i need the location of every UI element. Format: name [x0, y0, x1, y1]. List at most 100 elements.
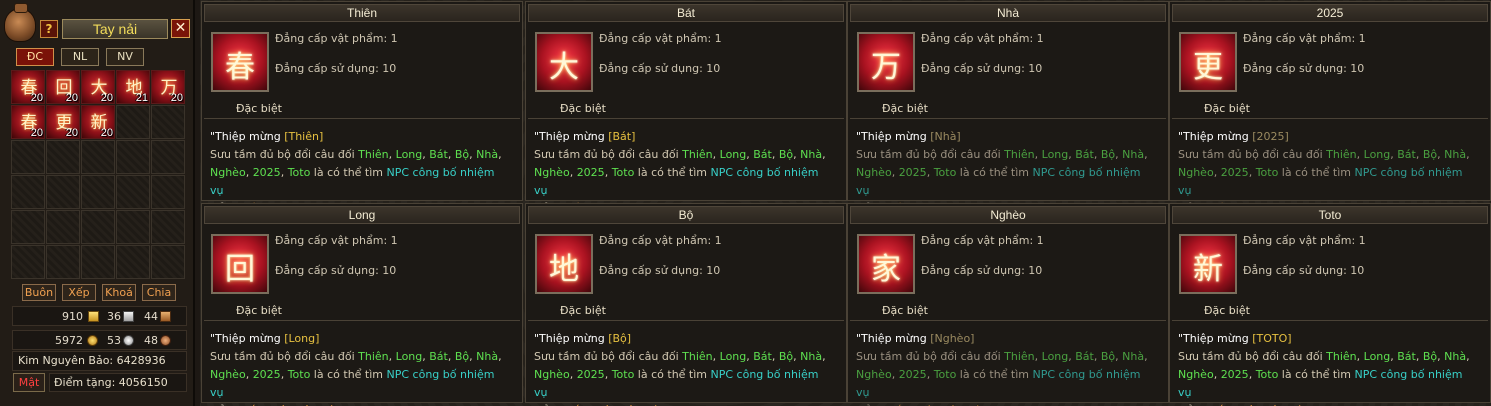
inventory-empty-slot[interactable]	[46, 175, 80, 209]
desc-open: "Thiệp mừng	[534, 332, 609, 345]
item-level: Đẳng cấp vật phẩm: 1	[1243, 234, 1366, 247]
use-level: Đẳng cấp sử dụng: 10	[1243, 62, 1365, 75]
inventory-empty-slot[interactable]	[81, 175, 115, 209]
card-divider	[528, 320, 844, 321]
desc-open: "Thiệp mừng	[210, 332, 285, 345]
desc-word: Toto	[933, 368, 957, 381]
desc-word: 2025	[1220, 166, 1249, 179]
desc-word: Bộ	[454, 148, 470, 161]
desc-separator: ,	[569, 368, 577, 381]
help-button[interactable]: ?	[40, 20, 58, 38]
desc-find: là có thể tìm	[1278, 368, 1355, 381]
currency-row-2: 5972 53 48	[12, 330, 187, 350]
desc-word: 2025	[898, 166, 927, 179]
desc-word: Nhà	[800, 148, 823, 161]
desc-separator: ,	[926, 166, 934, 179]
tab-nl[interactable]: NL	[61, 48, 99, 66]
inventory-empty-slot[interactable]	[151, 245, 185, 279]
desc-word: Bát	[429, 148, 448, 161]
bronze-coin-count: 48	[144, 334, 158, 347]
desc-separator: ,	[1144, 148, 1148, 161]
sort-button[interactable]: Xếp	[62, 284, 96, 301]
inventory-item-slot[interactable]: 更 20	[46, 105, 80, 139]
desc-word: Long	[1041, 350, 1069, 363]
desc-word: Bộ	[778, 148, 794, 161]
inventory-empty-slot[interactable]	[116, 140, 150, 174]
desc-word: Bộ	[1422, 148, 1438, 161]
desc-word: 2025	[576, 368, 605, 381]
desc-word: 2025	[252, 368, 281, 381]
desc-open: "Thiệp mừng	[534, 130, 609, 143]
desc-find: là có thể tìm	[1278, 166, 1355, 179]
inventory-item-slot[interactable]: 大 20	[81, 70, 115, 104]
use-level: Đẳng cấp sử dụng: 10	[921, 264, 1043, 277]
inventory-empty-slot[interactable]	[116, 245, 150, 279]
inventory-empty-slot[interactable]	[81, 210, 115, 244]
desc-separator: ,	[1034, 148, 1042, 161]
inventory-empty-slot[interactable]	[151, 210, 185, 244]
inventory-empty-slot[interactable]	[11, 210, 45, 244]
desc-collect: Sưu tầm đủ bộ đổi câu đối	[534, 148, 683, 161]
mat-button[interactable]: Mật	[13, 373, 45, 392]
inventory-item-slot[interactable]: 春 20	[11, 105, 45, 139]
split-button[interactable]: Chia	[142, 284, 176, 301]
inventory-title: Tay nải	[62, 19, 168, 39]
inventory-empty-slot[interactable]	[116, 210, 150, 244]
desc-separator: ,	[280, 166, 288, 179]
desc-separator: ,	[1415, 350, 1423, 363]
desc-word: Nhà	[1122, 148, 1145, 161]
desc-separator: ,	[926, 368, 934, 381]
tab-nv[interactable]: NV	[106, 48, 144, 66]
item-description: "Thiệp mừng [Nghèo] Sưu tầm đủ bộ đổi câu…	[856, 330, 1156, 406]
inventory-empty-slot[interactable]	[116, 105, 150, 139]
inventory-empty-slot[interactable]	[116, 175, 150, 209]
bag-icon	[4, 3, 36, 42]
lock-button[interactable]: Khoá	[102, 284, 136, 301]
desc-word: Nghèo	[534, 166, 570, 179]
desc-word: Toto	[1255, 368, 1279, 381]
inventory-empty-slot[interactable]	[11, 175, 45, 209]
inventory-empty-slot[interactable]	[151, 175, 185, 209]
card-divider	[1172, 118, 1488, 119]
inventory-item-slot[interactable]: 万 20	[151, 70, 185, 104]
desc-open: "Thiệp mừng	[856, 130, 931, 143]
sell-button[interactable]: Buôn	[22, 284, 56, 301]
inventory-empty-slot[interactable]	[46, 210, 80, 244]
card-title: Nghèo	[850, 206, 1166, 224]
desc-word: Toto	[611, 368, 635, 381]
tooltip-area: Thiên 春 Đẳng cấp vật phẩm: 1 Đẳng cấp sử dụ…	[200, 0, 1491, 406]
desc-separator: ,	[1466, 148, 1470, 161]
inventory-header: ? Tay nải ✕	[0, 0, 195, 44]
inventory-empty-slot[interactable]	[11, 245, 45, 279]
item-icon: 回	[211, 234, 269, 294]
desc-separator: ,	[1248, 166, 1256, 179]
inventory-item-slot[interactable]: 新 20	[81, 105, 115, 139]
desc-separator: ,	[822, 350, 826, 363]
desc-word: Bát	[1075, 350, 1094, 363]
inventory-actions: Buôn Xếp Khoá Chia	[18, 284, 188, 302]
inventory-empty-slot[interactable]	[151, 140, 185, 174]
item-tooltip-card: Bộ 地 Đẳng cấp vật phẩm: 1 Đẳng cấp sử dụng:…	[525, 203, 847, 406]
card-divider	[528, 118, 844, 119]
inventory-grid: 春 20 回 20 大 20 地 21 万 20 春 20 更 20 新 20	[11, 70, 186, 280]
inventory-item-slot[interactable]: 地 21	[116, 70, 150, 104]
item-icon: 大	[535, 32, 593, 92]
inventory-empty-slot[interactable]	[11, 140, 45, 174]
item-quantity: 20	[30, 92, 43, 104]
inventory-empty-slot[interactable]	[46, 140, 80, 174]
inventory-empty-slot[interactable]	[81, 245, 115, 279]
desc-word: Bộ	[778, 350, 794, 363]
card-divider	[204, 320, 520, 321]
inventory-empty-slot[interactable]	[81, 140, 115, 174]
inventory-item-slot[interactable]: 回 20	[46, 70, 80, 104]
card-title: 2025	[1172, 4, 1488, 22]
inventory-empty-slot[interactable]	[151, 105, 185, 139]
desc-separator: ,	[891, 368, 899, 381]
item-description: "Thiệp mừng [Bộ] Sưu tầm đủ bộ đổi câu đố…	[534, 330, 834, 406]
use-level: Đẳng cấp sử dụng: 10	[921, 62, 1043, 75]
inventory-item-slot[interactable]: 春 20	[11, 70, 45, 104]
close-button[interactable]: ✕	[171, 19, 190, 38]
desc-find: là có thể tìm	[310, 166, 387, 179]
inventory-empty-slot[interactable]	[46, 245, 80, 279]
tab-dc[interactable]: ĐC	[16, 48, 54, 66]
